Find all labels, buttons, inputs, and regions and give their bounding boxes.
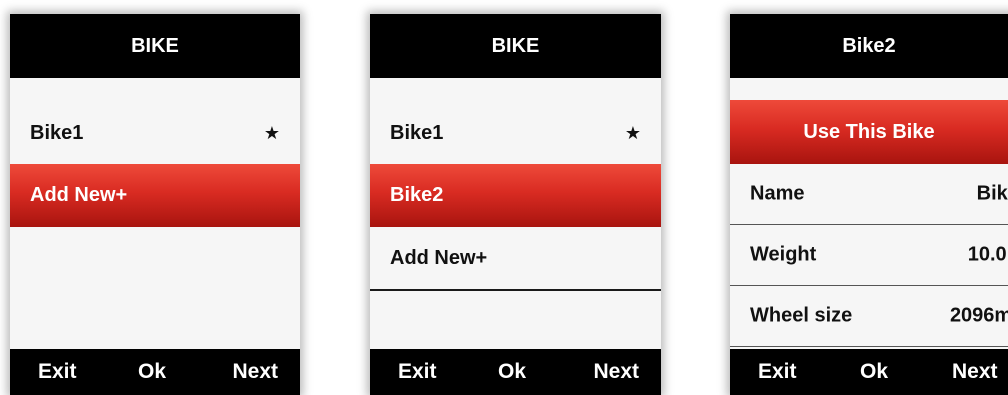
list-item-label: Add New+	[30, 184, 128, 206]
list-item-label: Bike1	[390, 122, 444, 144]
list-item-bike1[interactable]: Bike1 ★	[370, 100, 661, 167]
exit-softkey[interactable]: Exit	[38, 360, 77, 384]
ok-softkey[interactable]: Ok	[498, 360, 526, 384]
next-softkey[interactable]: Next	[593, 360, 639, 384]
softkey-bar: Exit Ok Next	[10, 349, 300, 395]
next-softkey[interactable]: Next	[952, 360, 998, 384]
wheel-size-field[interactable]: Wheel size 2096mm	[730, 286, 1008, 347]
screen-title: BIKE	[10, 14, 300, 78]
screen-title: Bike2	[730, 14, 1008, 78]
list-item-bike1[interactable]: Bike1 ★	[10, 100, 300, 167]
use-this-bike-button[interactable]: Use This Bike	[730, 100, 1008, 164]
bike-list-screen-1: BIKE Bike1 ★ Add New+ Exit Ok Next	[10, 14, 300, 395]
name-field[interactable]: Name Bike2	[730, 164, 1008, 225]
field-label: Weight	[750, 243, 817, 266]
list-item-label: Add New+	[390, 246, 488, 269]
field-value: 10.0kg	[967, 243, 1008, 266]
exit-softkey[interactable]: Exit	[758, 360, 797, 384]
list-item-add-new[interactable]: Add New+	[370, 227, 661, 291]
field-value: Bike2	[976, 182, 1008, 205]
bike-settings-screens: BIKE Bike1 ★ Add New+ Exit Ok Next BIKE …	[0, 0, 1008, 395]
ok-softkey[interactable]: Ok	[860, 360, 888, 384]
bike-detail-screen: Bike2 Use This Bike Name Bike2 Weight 10…	[730, 14, 1008, 395]
softkey-bar: Exit Ok Next	[370, 349, 661, 395]
list-item-label: Bike1	[30, 122, 84, 144]
star-icon: ★	[263, 123, 280, 143]
list-item-add-new[interactable]: Add New+	[10, 164, 300, 227]
list-item-label: Bike2	[390, 184, 444, 206]
field-label: Wheel size	[750, 304, 853, 327]
bike-list-screen-2: BIKE Bike1 ★ Bike2 Add New+ Exit Ok Next	[370, 14, 661, 395]
field-value: 2096mm	[949, 304, 1008, 327]
ok-softkey[interactable]: Ok	[138, 360, 166, 384]
list-item-bike2[interactable]: Bike2	[370, 164, 661, 227]
next-softkey[interactable]: Next	[232, 360, 278, 384]
star-icon: ★	[624, 123, 641, 143]
exit-softkey[interactable]: Exit	[398, 360, 437, 384]
softkey-bar: Exit Ok Next	[730, 349, 1008, 395]
field-label: Name	[750, 182, 805, 205]
screen-title: BIKE	[370, 14, 661, 78]
weight-field[interactable]: Weight 10.0kg	[730, 225, 1008, 286]
